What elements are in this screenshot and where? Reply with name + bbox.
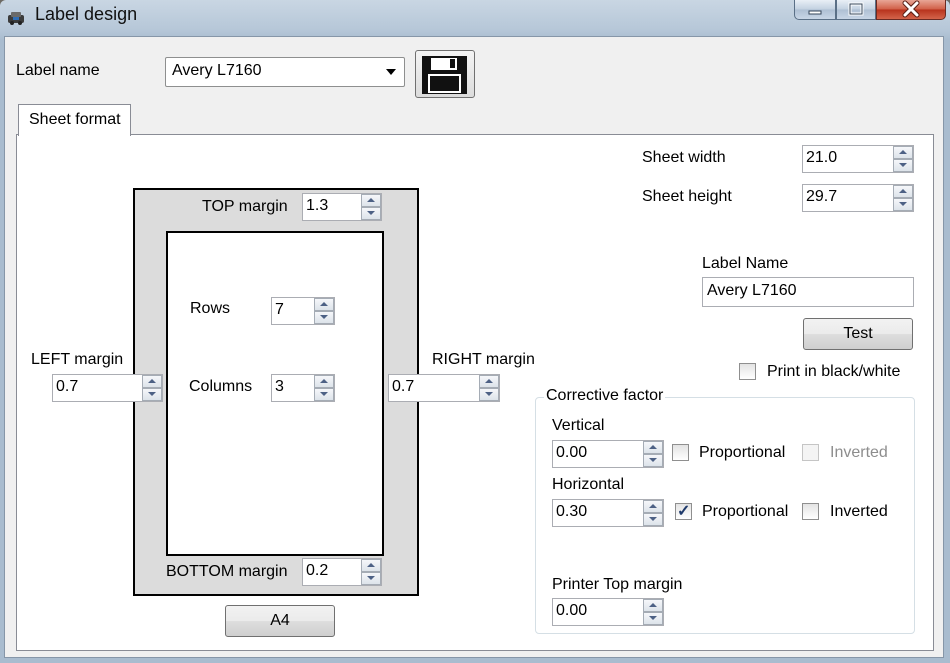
save-button[interactable] bbox=[415, 50, 475, 98]
vertical-inverted-checkbox[interactable] bbox=[802, 444, 819, 461]
floppy-disk-icon bbox=[422, 56, 467, 94]
top-margin-spinner[interactable]: 1.3 bbox=[302, 193, 382, 221]
horizontal-label: Horizontal bbox=[552, 476, 625, 493]
spin-up-icon[interactable] bbox=[893, 185, 913, 198]
chevron-down-icon[interactable] bbox=[386, 69, 396, 75]
left-margin-label: LEFT margin bbox=[31, 351, 124, 368]
window-title: Label design bbox=[35, 4, 138, 24]
horizontal-value: 0.30 bbox=[556, 503, 588, 520]
horizontal-inverted-label: Inverted bbox=[830, 503, 888, 520]
spin-down-icon[interactable] bbox=[479, 388, 499, 401]
rows-value: 7 bbox=[275, 301, 284, 318]
spin-up-icon[interactable] bbox=[361, 194, 381, 207]
maximize-button[interactable] bbox=[836, 0, 876, 20]
spin-down-icon[interactable] bbox=[142, 388, 162, 401]
vertical-value: 0.00 bbox=[556, 444, 588, 461]
sheet-width-value: 21.0 bbox=[806, 149, 838, 166]
sheet-height-spinner[interactable]: 29.7 bbox=[802, 184, 914, 212]
minimize-icon bbox=[808, 10, 822, 15]
vertical-proportional-checkbox[interactable] bbox=[672, 444, 689, 461]
left-margin-value: 0.7 bbox=[56, 378, 79, 395]
printer-top-margin-value: 0.00 bbox=[556, 602, 588, 619]
tab-sheet-format[interactable]: Sheet format bbox=[18, 104, 131, 136]
spin-up-icon[interactable] bbox=[643, 500, 663, 513]
tab-sheet-format-label: Sheet format bbox=[29, 111, 121, 128]
vertical-inverted-label: Inverted bbox=[830, 444, 888, 461]
label-name-combobox-value: Avery L7160 bbox=[172, 62, 262, 79]
spin-up-icon[interactable] bbox=[893, 146, 913, 159]
top-margin-value: 1.3 bbox=[306, 197, 329, 214]
horizontal-proportional-label: Proportional bbox=[702, 503, 789, 520]
label-name-combobox[interactable]: Avery L7160 bbox=[165, 57, 405, 87]
right-margin-spinner[interactable]: 0.7 bbox=[388, 374, 500, 402]
left-margin-spinner[interactable]: 0.7 bbox=[52, 374, 163, 402]
spin-down-icon[interactable] bbox=[643, 513, 663, 526]
spin-up-icon[interactable] bbox=[361, 559, 381, 572]
columns-label: Columns bbox=[189, 378, 253, 395]
close-button[interactable] bbox=[876, 0, 946, 20]
label-name-field[interactable]: Avery L7160 bbox=[702, 277, 914, 307]
corrective-factor-title: Corrective factor bbox=[544, 387, 666, 405]
printer-top-margin-spinner[interactable]: 0.00 bbox=[552, 598, 664, 626]
checkmark-icon: ✓ bbox=[677, 503, 691, 520]
sheet-format-panel: TOP margin 1.3 Rows 7 Columns 3 LEFT mar… bbox=[16, 134, 934, 651]
spin-up-icon[interactable] bbox=[314, 298, 334, 311]
vertical-label: Vertical bbox=[552, 417, 605, 434]
spin-down-icon[interactable] bbox=[314, 388, 334, 401]
right-margin-label: RIGHT margin bbox=[432, 351, 535, 368]
print-black-white-label: Print in black/white bbox=[767, 363, 901, 380]
rows-label: Rows bbox=[190, 300, 231, 317]
spin-down-icon[interactable] bbox=[893, 198, 913, 211]
paper-size-a4-button[interactable]: A4 bbox=[225, 605, 335, 637]
vertical-proportional-label: Proportional bbox=[699, 444, 786, 461]
columns-value: 3 bbox=[275, 378, 284, 395]
label-name-field-caption: Label Name bbox=[702, 255, 789, 272]
sheet-width-label: Sheet width bbox=[642, 149, 726, 166]
spin-down-icon[interactable] bbox=[643, 612, 663, 625]
spin-down-icon[interactable] bbox=[643, 454, 663, 467]
title-bar[interactable]: Label design bbox=[0, 0, 950, 34]
sheet-width-spinner[interactable]: 21.0 bbox=[802, 145, 914, 173]
spin-down-icon[interactable] bbox=[361, 207, 381, 220]
spin-down-icon[interactable] bbox=[314, 311, 334, 324]
horizontal-proportional-checkbox[interactable]: ✓ bbox=[675, 503, 692, 520]
print-black-white-checkbox[interactable] bbox=[739, 363, 756, 380]
top-margin-label: TOP margin bbox=[202, 198, 288, 215]
horizontal-inverted-checkbox[interactable] bbox=[802, 503, 819, 520]
bottom-margin-label: BOTTOM margin bbox=[166, 563, 288, 580]
app-icon bbox=[8, 12, 24, 25]
label-name-field-value: Avery L7160 bbox=[707, 282, 797, 299]
right-margin-value: 0.7 bbox=[392, 378, 415, 395]
spin-up-icon[interactable] bbox=[314, 375, 334, 388]
bottom-margin-spinner[interactable]: 0.2 bbox=[302, 558, 382, 586]
sheet-height-value: 29.7 bbox=[806, 188, 838, 205]
rows-spinner[interactable]: 7 bbox=[271, 297, 335, 325]
maximize-icon bbox=[848, 2, 864, 16]
vertical-spinner[interactable]: 0.00 bbox=[552, 440, 664, 468]
spin-down-icon[interactable] bbox=[361, 572, 381, 585]
sheet-height-label: Sheet height bbox=[642, 188, 732, 205]
horizontal-spinner[interactable]: 0.30 bbox=[552, 499, 664, 527]
spin-down-icon[interactable] bbox=[893, 159, 913, 172]
label-name-caption: Label name bbox=[16, 62, 100, 79]
dialog-client-area: Label name Avery L7160 Sheet format TOP … bbox=[4, 36, 944, 658]
bottom-margin-value: 0.2 bbox=[306, 562, 329, 579]
minimize-button[interactable] bbox=[794, 0, 836, 20]
label-design-window: Label design Label name Avery L7160 Shee… bbox=[0, 0, 950, 663]
spin-up-icon[interactable] bbox=[142, 375, 162, 388]
test-button[interactable]: Test bbox=[803, 318, 913, 350]
spin-up-icon[interactable] bbox=[643, 599, 663, 612]
close-icon bbox=[902, 0, 920, 18]
columns-spinner[interactable]: 3 bbox=[271, 374, 335, 402]
spin-up-icon[interactable] bbox=[479, 375, 499, 388]
spin-up-icon[interactable] bbox=[643, 441, 663, 454]
printer-top-margin-label: Printer Top margin bbox=[552, 576, 683, 593]
